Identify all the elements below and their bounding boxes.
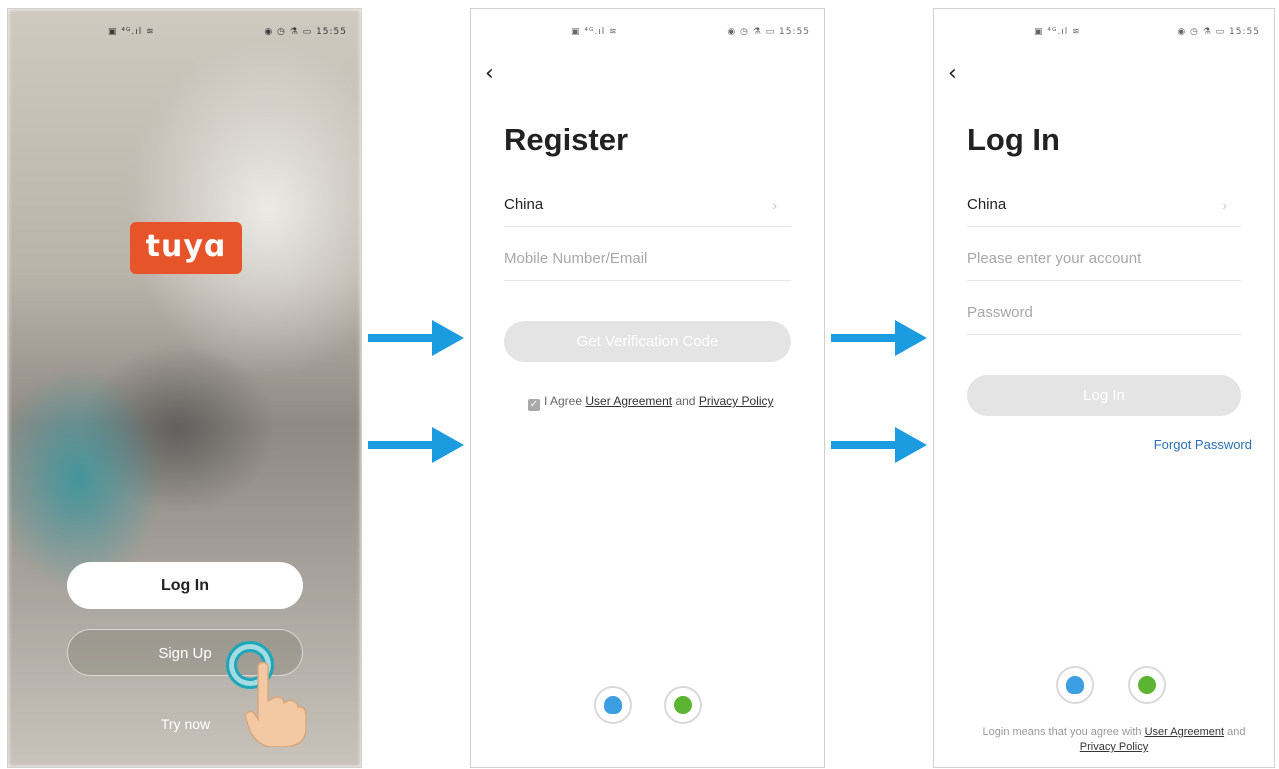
agree-prefix: I Agree (544, 394, 583, 408)
country-value: China (967, 196, 1007, 213)
country-selector[interactable]: China › (504, 183, 791, 227)
status-bar: ▣ ⁴ᴳ.ıl ≋ ◉ ◷ ⚗ ▭ 15:55 (8, 27, 361, 41)
tap-gesture-icon (244, 661, 307, 747)
account-input[interactable]: Mobile Number/Email (504, 237, 791, 281)
terms-and: and (1227, 726, 1246, 738)
flow-arrow-icon (368, 320, 464, 356)
terms-user-agreement-link[interactable]: User Agreement (1145, 726, 1224, 738)
wechat-icon[interactable] (664, 686, 702, 724)
status-signal: ▣ ⁴ᴳ.ıl ≋ (571, 27, 618, 37)
terms-privacy-link[interactable]: Privacy Policy (1080, 741, 1148, 753)
password-input[interactable]: Password (967, 291, 1241, 335)
country-selector[interactable]: China › (967, 183, 1241, 227)
flow-arrow-icon (831, 427, 927, 463)
login-button[interactable]: Log In (67, 562, 303, 609)
try-now-link[interactable]: Try now (8, 716, 361, 732)
password-placeholder: Password (967, 304, 1033, 321)
splash-screen: ▣ ⁴ᴳ.ıl ≋ ◉ ◷ ⚗ ▭ 15:55 tuyɑ Log In Sign… (7, 8, 362, 768)
status-system: ◉ ◷ ⚗ ▭ 15:55 (1177, 27, 1260, 37)
status-bar: ▣ ⁴ᴳ.ıl ≋ ◉ ◷ ⚗ ▭ 15:55 (934, 27, 1274, 41)
flow-arrow-icon (831, 320, 927, 356)
signup-button-label: Sign Up (158, 645, 212, 662)
wechat-icon[interactable] (1128, 666, 1166, 704)
terms-prefix: Login means that you agree with (982, 726, 1142, 738)
account-input[interactable]: Please enter your account (967, 237, 1241, 281)
page-title: Register (504, 122, 629, 157)
chevron-right-icon: › (1222, 197, 1227, 213)
user-agreement-link[interactable]: User Agreement (585, 394, 672, 408)
checkbox-checked-icon[interactable]: ✓ (528, 399, 540, 411)
chevron-right-icon: › (772, 197, 777, 213)
status-system: ◉ ◷ ⚗ ▭ 15:55 (264, 27, 347, 37)
flow-arrow-icon (368, 427, 464, 463)
status-signal: ▣ ⁴ᴳ.ıl ≋ (1034, 27, 1081, 37)
account-placeholder: Mobile Number/Email (504, 250, 648, 267)
login-submit-button[interactable]: Log In (967, 375, 1241, 416)
agreement-row: ✓ I Agree User Agreement and Privacy Poli… (528, 394, 774, 411)
privacy-policy-link[interactable]: Privacy Policy (699, 394, 774, 408)
tuya-logo: tuyɑ (130, 222, 242, 274)
qq-icon[interactable] (594, 686, 632, 724)
page-title: Log In (967, 122, 1060, 157)
login-terms: Login means that you agree with User Agr… (974, 725, 1254, 755)
account-placeholder: Please enter your account (967, 250, 1142, 267)
qq-icon[interactable] (1056, 666, 1094, 704)
country-value: China (504, 196, 544, 213)
agree-and: and (675, 394, 696, 408)
back-arrow-icon[interactable]: ‹ (948, 61, 957, 86)
status-signal: ▣ ⁴ᴳ.ıl ≋ (108, 27, 155, 37)
login-screen: ▣ ⁴ᴳ.ıl ≋ ◉ ◷ ⚗ ▭ 15:55 ‹ Log In China ›… (933, 8, 1275, 768)
back-arrow-icon[interactable]: ‹ (485, 61, 494, 86)
register-screen: ▣ ⁴ᴳ.ıl ≋ ◉ ◷ ⚗ ▭ 15:55 ‹ Register China… (470, 8, 825, 768)
forgot-password-link[interactable]: Forgot Password (1154, 437, 1252, 452)
status-bar: ▣ ⁴ᴳ.ıl ≋ ◉ ◷ ⚗ ▭ 15:55 (471, 27, 824, 41)
status-system: ◉ ◷ ⚗ ▭ 15:55 (727, 27, 810, 37)
get-verification-code-button[interactable]: Get Verification Code (504, 321, 791, 362)
